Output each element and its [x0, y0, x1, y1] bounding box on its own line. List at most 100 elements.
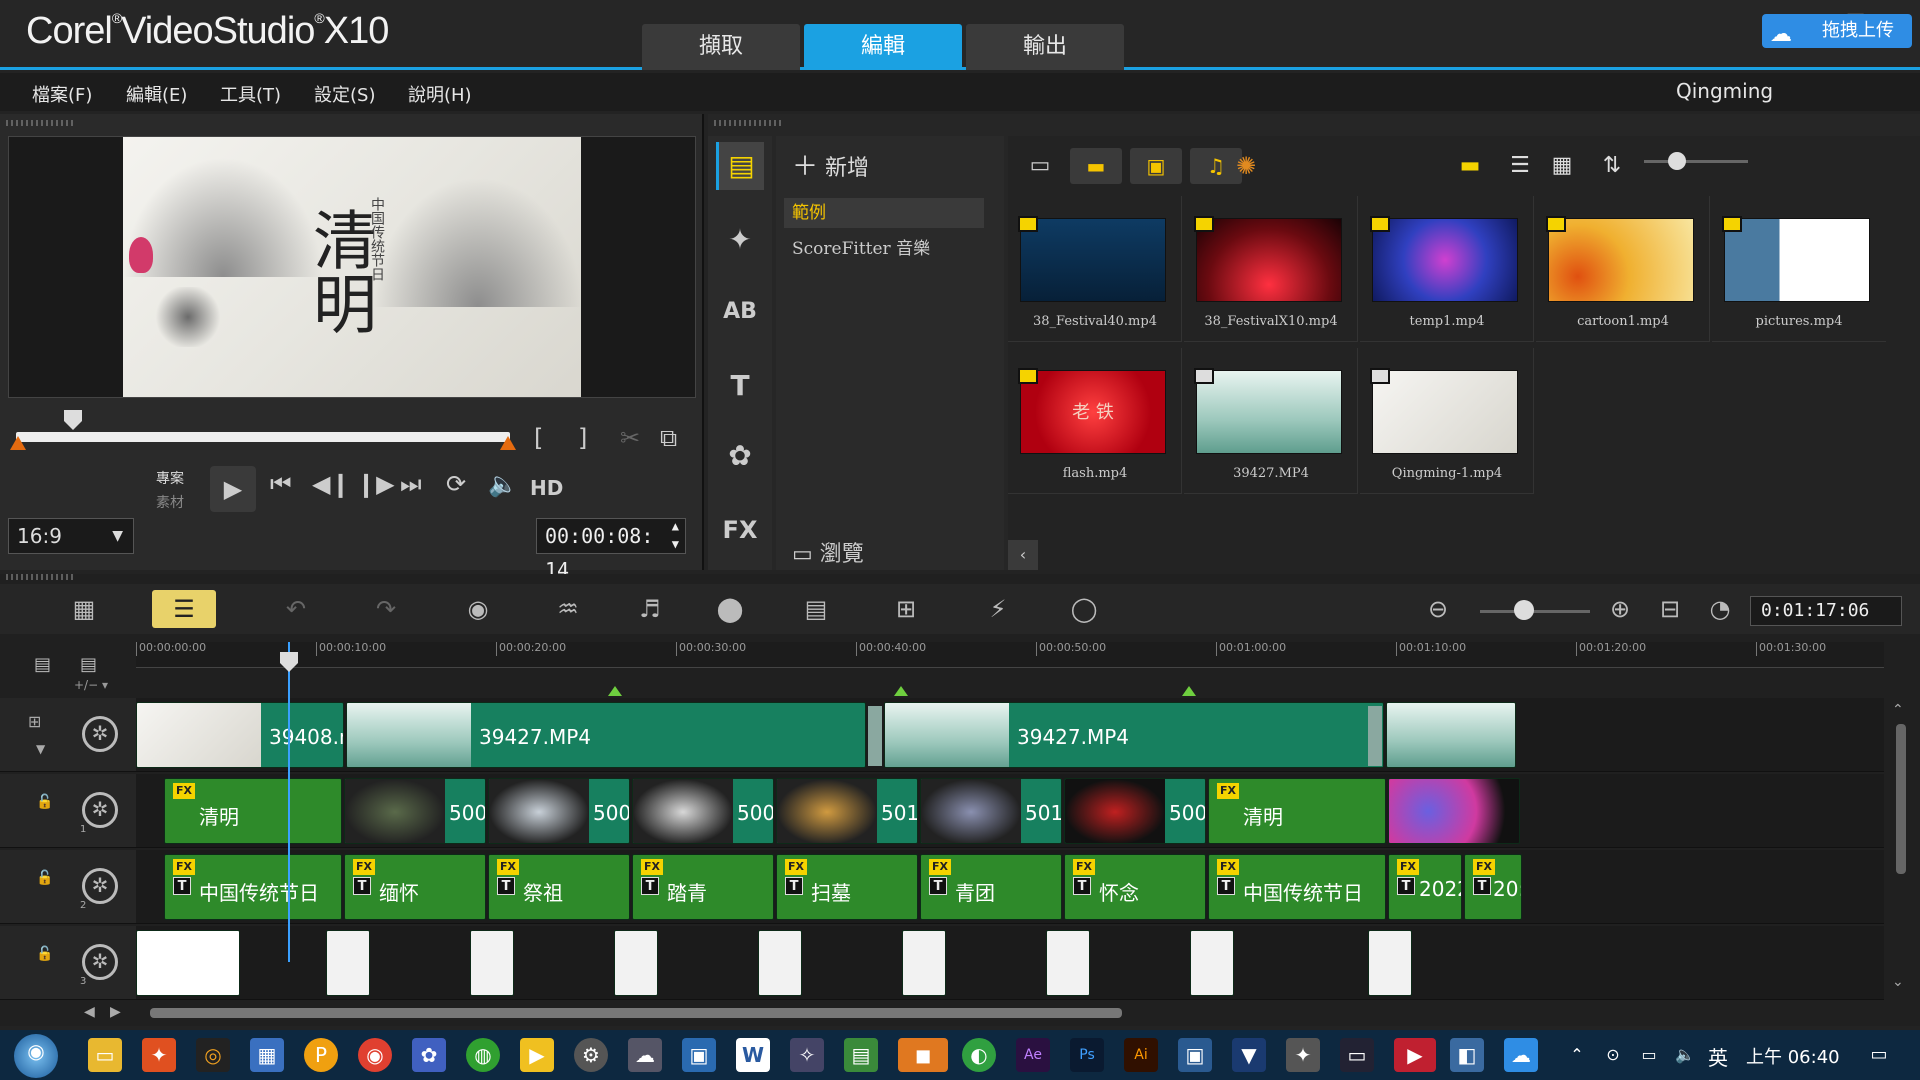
mask-creator-icon[interactable]: ◯ [1052, 590, 1116, 628]
overlay-clip[interactable] [1046, 930, 1090, 996]
time-remapping-icon[interactable]: ⚡ [966, 590, 1030, 628]
overlay-clip[interactable]: 501 [776, 778, 918, 844]
panel-grip[interactable] [6, 120, 76, 126]
videostudio-icon[interactable]: ▶ [1394, 1038, 1436, 1072]
video-clip[interactable]: 39408.m [136, 702, 344, 768]
overlay-clip[interactable]: 500 [344, 778, 486, 844]
scroll-right-icon[interactable]: ▶ [110, 1004, 121, 1020]
chrome-icon[interactable]: ◉ [358, 1038, 392, 1072]
app-icon[interactable]: ☁ [628, 1038, 662, 1072]
fit-project-icon[interactable]: ⊟ [1650, 590, 1690, 628]
volume-icon[interactable]: 🔈 [488, 470, 518, 498]
thumbnail-size-knob[interactable] [1668, 152, 1686, 170]
aspect-ratio-select[interactable]: 16:9 ▼ [8, 518, 134, 554]
storyboard-view-icon[interactable]: ▦ [52, 590, 116, 628]
title-clip[interactable]: FX T 祭祖 [488, 854, 630, 920]
lock-icon[interactable]: 🔓 [36, 870, 53, 886]
photoshop-icon[interactable]: Ps [1070, 1038, 1104, 1072]
lock-icon[interactable]: 🔓 [36, 946, 53, 962]
view-thumbnail-icon[interactable]: ▬ [1452, 148, 1488, 184]
mark-in-button[interactable]: [ [534, 424, 543, 452]
network-icon[interactable]: ▭ [1632, 1038, 1666, 1072]
folder-icon[interactable]: ▭ [1022, 148, 1058, 184]
overlay-clip[interactable] [326, 930, 370, 996]
app-icon[interactable]: ✦ [142, 1038, 176, 1072]
project-duration-icon[interactable]: ◔ [1700, 590, 1740, 628]
instant-project-icon[interactable]: ✦ [716, 216, 764, 264]
chapter-marker[interactable] [608, 686, 622, 696]
video-track-icon[interactable]: ✲ [82, 716, 118, 752]
title-icon[interactable]: T [716, 362, 764, 410]
timeline-view-icon[interactable]: ☰ [152, 590, 216, 628]
app-icon[interactable]: ✿ [412, 1038, 446, 1072]
zoom-in-icon[interactable]: ⊕ [1600, 590, 1640, 628]
app-icon[interactable]: ◍ [466, 1038, 500, 1072]
overlay-clip[interactable] [614, 930, 658, 996]
app-icon[interactable]: ▦ [250, 1038, 284, 1072]
overlay-clip[interactable]: FX 清明 [164, 778, 342, 844]
overlay-clip[interactable] [902, 930, 946, 996]
chapter-marker[interactable] [1182, 686, 1196, 696]
media-item[interactable]: 老 铁 flash.mp4 [1008, 348, 1182, 494]
preview-window[interactable]: 清明 中国传统节日 [8, 136, 696, 398]
overlay-clip[interactable] [136, 930, 240, 996]
panel-grip[interactable] [6, 574, 76, 580]
enlarge-icon[interactable]: ⧉ [660, 424, 677, 452]
overlay-track-header[interactable]: 🔓 3 ✲ [0, 926, 136, 1000]
clock[interactable]: 上午 06:40 [1746, 1043, 1840, 1069]
transition-marker[interactable] [868, 706, 882, 766]
overlay-track-header[interactable]: 🔓 1 ✲ [0, 774, 136, 848]
tray-icon[interactable]: ⊙ [1596, 1038, 1630, 1072]
graphics-icon[interactable]: ✿ [716, 432, 764, 480]
overlay-clip[interactable] [1368, 930, 1412, 996]
title-clip[interactable]: FX T 青团 [920, 854, 1062, 920]
overlay-track-icon[interactable]: ✲ [82, 792, 118, 828]
overlay-clip[interactable]: FX 清明 [1208, 778, 1386, 844]
timeline-hscrollbar[interactable] [150, 1008, 1122, 1018]
title-clip[interactable]: FX T 缅怀 [344, 854, 486, 920]
go-end-icon[interactable]: ⏭ [400, 470, 422, 498]
speaker-icon[interactable]: 🔈 [1668, 1038, 1702, 1072]
overlay-clip[interactable]: 501 [920, 778, 1062, 844]
motion-tracking-icon[interactable]: ⬤ [698, 590, 762, 628]
filter-fx-button[interactable]: ✺ [1226, 148, 1266, 184]
subtitle-editor-icon[interactable]: ▤ [784, 590, 848, 628]
title-clip[interactable]: FX T 中国传统节日 [164, 854, 342, 920]
scrubber-handle[interactable] [64, 410, 82, 430]
chevron-down-icon[interactable]: ▼ [36, 742, 45, 756]
scrubber-bar[interactable] [16, 432, 510, 442]
notification-icon[interactable]: ▭ [1862, 1038, 1896, 1072]
filter-video-button[interactable]: ▬ [1070, 148, 1122, 184]
upload-button[interactable]: ☁ 拖拽上传 [1762, 14, 1912, 48]
overlay-clip[interactable] [470, 930, 514, 996]
menu-tools[interactable]: 工具(T) [220, 81, 281, 107]
timeline-ruler[interactable]: 00:00:00:00 00:00:10:00 00:00:20:00 00:0… [136, 642, 1884, 668]
scroll-down-icon[interactable]: ⌄ [1892, 974, 1904, 990]
app-icon[interactable]: ▶ [520, 1038, 554, 1072]
add-track-icon[interactable]: ▤ [80, 654, 97, 675]
repeat-icon[interactable]: ⟳ [446, 470, 466, 498]
ime-indicator[interactable]: 英 [1708, 1042, 1728, 1071]
timeline-zoom-knob[interactable] [1514, 600, 1534, 620]
add-folder-button[interactable]: ＋ 新增 [792, 146, 869, 183]
app-icon[interactable]: ▣ [1178, 1038, 1212, 1072]
zoom-out-icon[interactable]: ⊖ [1418, 590, 1458, 628]
redo-icon[interactable]: ↷ [354, 590, 418, 628]
overlay-clip[interactable] [1388, 778, 1520, 844]
app-icon[interactable]: ✧ [790, 1038, 824, 1072]
after-effects-icon[interactable]: Ae [1016, 1038, 1050, 1072]
lock-icon[interactable]: 🔓 [36, 794, 53, 810]
menu-edit[interactable]: 編輯(E) [126, 81, 187, 107]
thumbnail-size-slider[interactable] [1644, 160, 1748, 163]
overlay-clip[interactable]: 500 [632, 778, 774, 844]
play-icon[interactable]: ▶ [210, 466, 256, 512]
media-item[interactable]: pictures.mp4 [1712, 196, 1886, 342]
media-library-icon[interactable]: ▤ [716, 142, 764, 190]
menu-help[interactable]: 說明(H) [408, 81, 472, 107]
collapse-left-icon[interactable]: ‹ [1008, 540, 1038, 570]
title-clip[interactable]: FX T 踏青 [632, 854, 774, 920]
app-icon[interactable]: ▼ [1232, 1038, 1266, 1072]
title-track-icon[interactable]: ✲ [82, 868, 118, 904]
menu-settings[interactable]: 設定(S) [314, 81, 375, 107]
title-track-header[interactable]: 🔓 2 ✲ [0, 850, 136, 924]
